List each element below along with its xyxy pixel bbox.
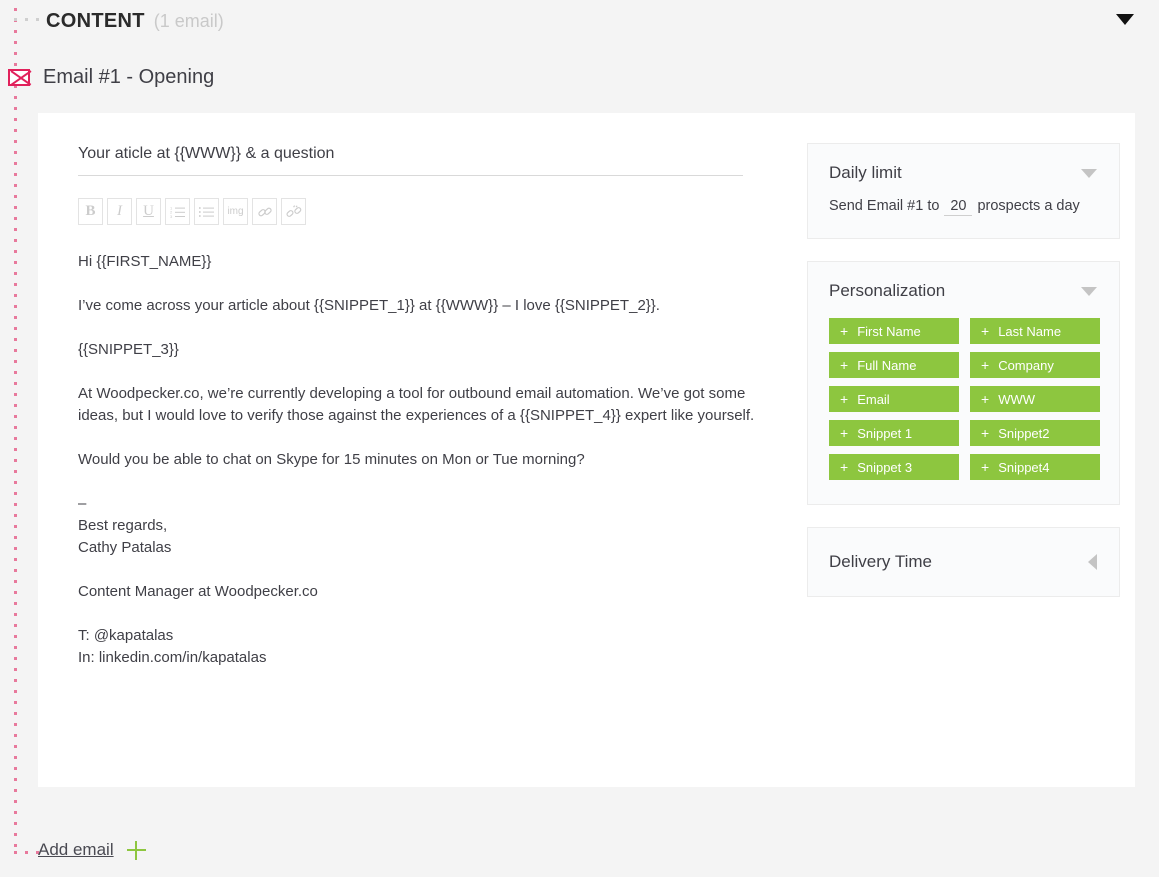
image-icon[interactable]: img [223,198,248,225]
email-sequence-editor: CONTENT (1 email) Email #1 - Opening B I… [0,0,1159,877]
content-section-header: CONTENT (1 email) [46,10,224,33]
personalization-header[interactable]: Personalization [808,262,1119,316]
plus-icon: + [981,460,989,474]
triangle-down-icon[interactable] [1081,287,1097,296]
plus-icon: + [840,426,848,440]
link-icon[interactable] [252,198,277,225]
timeline-rail-connector-top [14,18,40,21]
daily-limit-title: Daily limit [829,163,902,183]
tag-snippet-4[interactable]: + Snippet4 [970,454,1100,480]
plus-icon: + [981,392,989,406]
email-editor-column: B I U 1 2 3 [78,145,783,669]
tag-label: WWW [998,392,1035,407]
tag-snippet-2[interactable]: + Snippet2 [970,420,1100,446]
triangle-down-icon[interactable] [1081,169,1097,178]
daily-limit-header[interactable]: Daily limit [808,144,1119,198]
tag-label: Snippet 1 [857,426,912,441]
chevron-down-icon[interactable] [1116,14,1134,25]
tag-label: Snippet 3 [857,460,912,475]
tag-label: Last Name [998,324,1061,339]
tag-label: Snippet4 [998,460,1049,475]
tag-last-name[interactable]: + Last Name [970,318,1100,344]
svg-text:3: 3 [170,214,173,218]
page-title: CONTENT [46,10,145,33]
plus-icon [127,841,146,860]
body-paragraph-4: Would you be able to chat on Skype for 1… [78,449,783,471]
unlink-icon[interactable] [281,198,306,225]
bold-icon[interactable]: B [78,198,103,225]
personalization-tag-grid: + First Name + Last Name + Full Name + C… [808,316,1119,504]
email-header-row[interactable]: Email #1 - Opening [8,66,214,89]
triangle-left-icon[interactable] [1088,554,1097,570]
add-email-label: Add email [38,840,114,860]
signature-name: Cathy Patalas [78,537,783,559]
email-count-label: (1 email) [154,11,224,32]
email-body[interactable]: Hi {{FIRST_NAME}} I’ve come across your … [78,251,783,669]
plus-icon: + [981,324,989,338]
body-paragraph-3: At Woodpecker.co, we’re currently develo… [78,383,783,427]
personalization-title: Personalization [829,281,945,301]
signature-regards: Best regards, [78,515,783,537]
signature-role: Content Manager at Woodpecker.co [78,581,783,603]
delivery-time-title: Delivery Time [829,552,932,572]
bullet-list-icon[interactable] [194,198,219,225]
timeline-rail [14,8,17,853]
body-paragraph-1: I’ve come across your article about {{SN… [78,295,783,317]
delivery-time-panel: Delivery Time [807,527,1120,597]
tag-label: First Name [857,324,921,339]
plus-icon: + [840,392,848,406]
subject-input[interactable] [78,145,743,176]
tag-company[interactable]: + Company [970,352,1100,378]
email-step-title: Email #1 - Opening [43,66,214,89]
signature-linkedin: In: linkedin.com/in/kapatalas [78,647,783,669]
tag-full-name[interactable]: + Full Name [829,352,959,378]
signature-twitter: T: @kapatalas [78,625,783,647]
tag-label: Snippet2 [998,426,1049,441]
daily-limit-input[interactable] [944,198,972,216]
underline-icon[interactable]: U [136,198,161,225]
daily-limit-row: Send Email #1 to prospects a day [808,198,1119,238]
daily-limit-suffix: prospects a day [977,198,1079,214]
signature-dash: – [78,493,783,515]
tag-snippet-1[interactable]: + Snippet 1 [829,420,959,446]
plus-icon: + [840,358,848,372]
plus-icon: + [840,460,848,474]
tag-label: Email [857,392,890,407]
tag-label: Company [998,358,1054,373]
body-paragraph-2: {{SNIPPET_3}} [78,339,783,361]
email-settings-sidebar: Daily limit Send Email #1 to prospects a… [807,143,1120,619]
tag-email[interactable]: + Email [829,386,959,412]
plus-icon: + [981,426,989,440]
envelope-icon [8,69,30,86]
add-email-button[interactable]: Add email [38,840,146,860]
tag-first-name[interactable]: + First Name [829,318,959,344]
daily-limit-prefix: Send Email #1 to [829,198,939,214]
plus-icon: + [840,324,848,338]
daily-limit-panel: Daily limit Send Email #1 to prospects a… [807,143,1120,239]
email-editor-card: B I U 1 2 3 [38,113,1135,787]
timeline-rail-connector-bottom [14,851,40,854]
body-greeting: Hi {{FIRST_NAME}} [78,251,783,273]
personalization-panel: Personalization + First Name + Last Name… [807,261,1120,505]
italic-icon[interactable]: I [107,198,132,225]
tag-snippet-3[interactable]: + Snippet 3 [829,454,959,480]
delivery-time-header[interactable]: Delivery Time [808,528,1119,596]
tag-label: Full Name [857,358,916,373]
formatting-toolbar: B I U 1 2 3 [78,198,783,225]
ordered-list-icon[interactable]: 1 2 3 [165,198,190,225]
plus-icon: + [981,358,989,372]
tag-www[interactable]: + WWW [970,386,1100,412]
